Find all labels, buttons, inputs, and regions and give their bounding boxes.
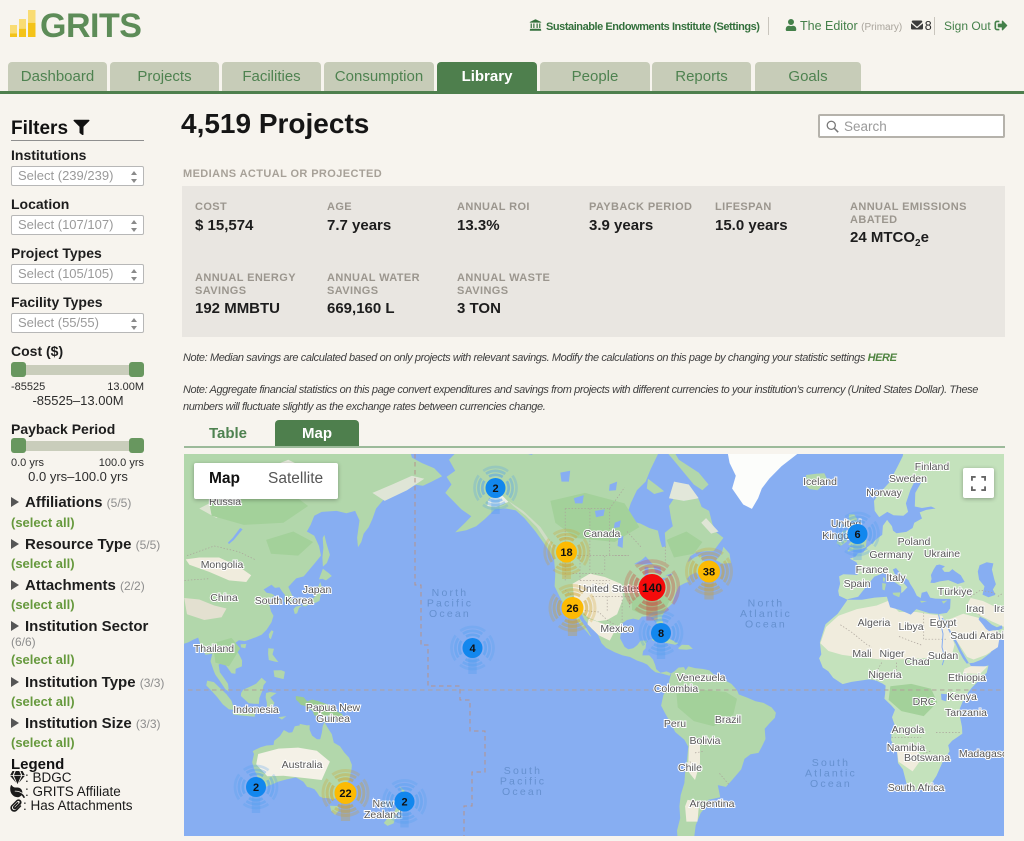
svg-text:4: 4	[469, 643, 476, 655]
svg-text:Peru: Peru	[664, 718, 686, 730]
svg-text:Finland: Finland	[915, 461, 950, 473]
svg-text:Niger: Niger	[879, 648, 905, 660]
svg-text:Ocean: Ocean	[810, 778, 852, 790]
svg-text:Kenya: Kenya	[947, 691, 977, 703]
svg-text:Angola: Angola	[892, 724, 925, 736]
svg-text:South Korea: South Korea	[255, 595, 314, 607]
svg-text:Norway: Norway	[866, 487, 902, 499]
svg-text:France: France	[856, 564, 889, 576]
svg-text:Chile: Chile	[678, 762, 702, 774]
svg-text:Thailand: Thailand	[194, 643, 234, 655]
svg-text:Madagasca: Madagasca	[959, 748, 1004, 760]
svg-text:Ira: Ira	[994, 603, 1004, 615]
svg-text:2: 2	[253, 782, 259, 794]
svg-text:Brazil: Brazil	[715, 714, 741, 726]
svg-text:Canada: Canada	[584, 528, 621, 540]
svg-text:6: 6	[854, 529, 860, 541]
svg-text:Sudan: Sudan	[928, 650, 959, 662]
svg-text:Mali: Mali	[852, 648, 871, 660]
svg-text:Poland: Poland	[898, 536, 931, 548]
svg-text:Algeria: Algeria	[858, 617, 891, 629]
svg-text:2: 2	[401, 797, 407, 809]
svg-text:Argentina: Argentina	[690, 798, 735, 810]
svg-text:Iraq: Iraq	[966, 603, 984, 615]
svg-text:Italy: Italy	[886, 572, 906, 584]
svg-text:Ocean: Ocean	[429, 608, 471, 620]
svg-text:Ocean: Ocean	[502, 786, 544, 798]
svg-text:Ukraine: Ukraine	[924, 548, 960, 560]
svg-text:Germany: Germany	[869, 549, 913, 561]
svg-text:China: China	[210, 592, 238, 604]
svg-text:Saudi Arabia: Saudi Arabia	[950, 630, 1004, 642]
svg-text:Egypt: Egypt	[930, 617, 957, 629]
svg-text:Zealand: Zealand	[364, 809, 402, 821]
svg-text:Japan: Japan	[303, 584, 332, 596]
svg-text:Iceland: Iceland	[803, 476, 837, 488]
svg-text:Guinea: Guinea	[316, 713, 350, 725]
svg-text:140: 140	[642, 581, 662, 595]
svg-text:Spain: Spain	[844, 578, 871, 590]
svg-text:Libya: Libya	[898, 621, 923, 633]
svg-text:18: 18	[560, 547, 572, 559]
svg-text:38: 38	[703, 567, 715, 579]
svg-text:Sweden: Sweden	[889, 473, 927, 485]
svg-text:8: 8	[658, 628, 664, 640]
svg-text:Indonesia: Indonesia	[233, 704, 279, 716]
svg-text:Chad: Chad	[904, 656, 929, 668]
svg-text:Botswana: Botswana	[904, 752, 950, 764]
svg-text:Ethiopia: Ethiopia	[948, 672, 986, 684]
svg-text:South Africa: South Africa	[888, 782, 945, 794]
svg-text:Tanzania: Tanzania	[945, 707, 987, 719]
svg-text:Türkiye: Türkiye	[938, 586, 973, 598]
svg-text:GRITS: GRITS	[40, 9, 141, 45]
svg-text:26: 26	[566, 603, 578, 615]
svg-text:22: 22	[339, 788, 351, 800]
svg-text:Australia: Australia	[282, 759, 323, 771]
svg-text:Mongolia: Mongolia	[201, 559, 244, 571]
svg-text:Mexico: Mexico	[600, 623, 633, 635]
svg-text:Ocean: Ocean	[745, 619, 787, 631]
svg-text:DRC: DRC	[913, 696, 936, 708]
svg-text:Colombia: Colombia	[654, 683, 699, 695]
svg-text:2: 2	[492, 483, 498, 495]
svg-text:Bolivia: Bolivia	[690, 735, 721, 747]
svg-text:Nigeria: Nigeria	[868, 669, 901, 681]
